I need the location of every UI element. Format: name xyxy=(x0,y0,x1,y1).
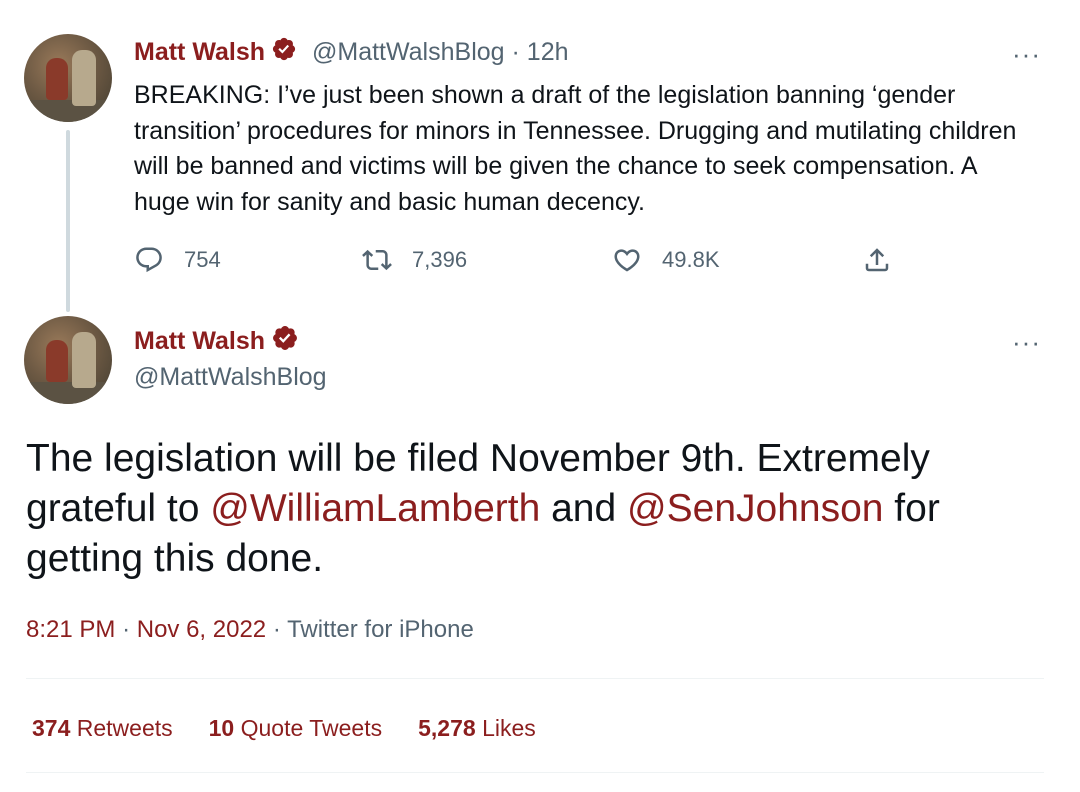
share-button[interactable] xyxy=(862,244,912,276)
like-button[interactable]: 49.8K xyxy=(612,244,720,276)
tweet-time[interactable]: 8:21 PM xyxy=(26,616,115,643)
author-handle[interactable]: @MattWalshBlog xyxy=(312,38,505,66)
avatar[interactable] xyxy=(24,316,112,404)
retweets-label: Retweets xyxy=(76,715,173,741)
mention-link[interactable]: @WilliamLamberth xyxy=(210,487,540,530)
tweet1-header: Matt Walsh @MattWalshBlog · 12h xyxy=(134,36,569,70)
tweet-date[interactable]: Nov 6, 2022 xyxy=(137,616,266,643)
mention-link[interactable]: @SenJohnson xyxy=(627,487,883,530)
more-icon[interactable]: ··· xyxy=(1012,41,1041,67)
reply-count: 754 xyxy=(184,247,221,272)
retweet-button[interactable]: 7,396 xyxy=(362,244,467,276)
author-name[interactable]: Matt Walsh xyxy=(134,327,265,355)
thread-line xyxy=(66,130,70,312)
likes-stat[interactable]: 5,278 Likes xyxy=(418,712,536,744)
share-icon xyxy=(865,248,889,272)
retweets-stat[interactable]: 374 Retweets xyxy=(32,712,173,744)
verified-badge-icon xyxy=(271,324,299,361)
like-count: 49.8K xyxy=(662,247,720,272)
tweet-text-part: and xyxy=(540,487,628,530)
separator: · xyxy=(272,616,281,643)
retweet-icon xyxy=(362,249,392,271)
quote-tweets-stat[interactable]: 10 Quote Tweets xyxy=(209,712,382,744)
author-name[interactable]: Matt Walsh xyxy=(134,38,265,66)
likes-label: Likes xyxy=(482,715,536,741)
reply-icon xyxy=(136,247,162,273)
tweet2-header: Matt Walsh xyxy=(134,324,299,361)
verified-badge-icon xyxy=(271,36,297,70)
tweet-source[interactable]: Twitter for iPhone xyxy=(287,616,474,643)
author-handle[interactable]: @MattWalshBlog xyxy=(134,360,327,394)
more-icon[interactable]: ··· xyxy=(1012,329,1041,355)
likes-count: 5,278 xyxy=(418,715,476,741)
tweet-meta: 8:21 PM · Nov 6, 2022 · Twitter for iPho… xyxy=(26,614,474,646)
heart-icon xyxy=(614,249,640,272)
separator: · xyxy=(122,616,131,643)
quotes-label: Quote Tweets xyxy=(240,715,383,741)
divider xyxy=(26,772,1044,773)
avatar[interactable] xyxy=(24,34,112,122)
separator: · xyxy=(511,38,520,66)
retweet-count: 7,396 xyxy=(412,247,468,272)
divider xyxy=(26,678,1044,679)
tweet-actions: 754 7,396 49.8K xyxy=(134,244,914,276)
retweets-count: 374 xyxy=(32,715,71,741)
tweet-main-text: The legislation will be filed November 9… xyxy=(26,434,1036,584)
tweet-time[interactable]: 12h xyxy=(527,38,569,66)
tweet-stats: 374 Retweets 10 Quote Tweets 5,278 Likes xyxy=(32,712,572,744)
reply-button[interactable]: 754 xyxy=(134,244,221,276)
quotes-count: 10 xyxy=(208,715,235,741)
tweet-text: BREAKING: I’ve just been shown a draft o… xyxy=(134,81,1017,216)
